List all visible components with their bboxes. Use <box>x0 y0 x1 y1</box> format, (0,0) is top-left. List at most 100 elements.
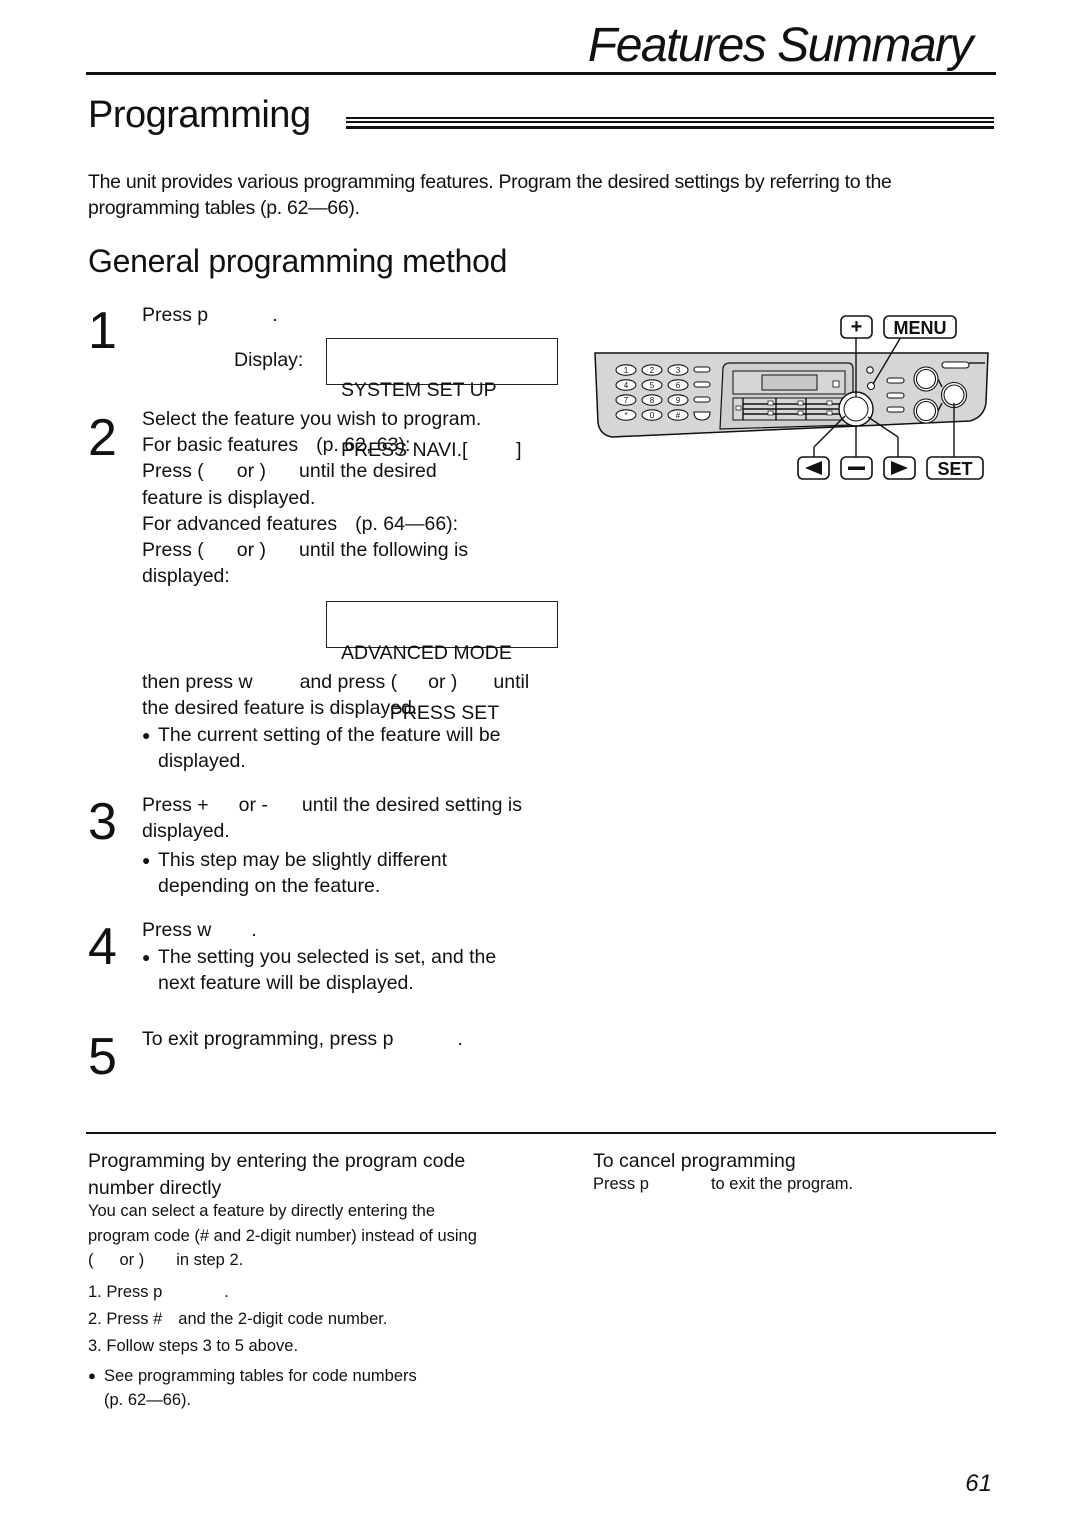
tip-steps-list: 1. Press p. 2. Press # and the 2-digit co… <box>88 1279 558 1360</box>
subsection-title: General programming method <box>88 243 508 279</box>
tip-title: To cancel programming <box>593 1150 796 1172</box>
tip-cancel: To cancel programming Press p to exit the… <box>593 1148 993 1197</box>
text: depending on the feature. <box>158 875 381 898</box>
step-1-text: Press p. <box>142 302 278 328</box>
svg-text:+: + <box>851 316 863 338</box>
step-number: 1 <box>88 302 117 360</box>
function-button <box>693 366 711 373</box>
chapter-title: Features Summary <box>587 19 974 72</box>
list-number: 1. <box>88 1282 102 1301</box>
bullet-item: The setting you selected is set, and the… <box>142 944 497 996</box>
page-ref: (p. 62—66). <box>104 1391 192 1409</box>
keypad-key-label: 9 <box>676 396 681 405</box>
page-ref: (p. 62, 63): <box>316 434 411 457</box>
text: Press + <box>142 794 209 816</box>
keypad-key-label: 1 <box>624 366 629 375</box>
text: Press w <box>142 919 212 941</box>
function-button <box>886 406 905 413</box>
header-rule <box>86 72 996 75</box>
page-number: 61 <box>965 1470 992 1497</box>
text: then press w <box>142 671 253 693</box>
text: displayed. <box>142 820 230 843</box>
step-number: 2 <box>88 409 117 467</box>
text: displayed: <box>142 565 230 588</box>
keypad-key-label: 2 <box>650 366 655 375</box>
keypad-key-label: 4 <box>624 381 629 390</box>
tips-divider <box>86 1132 996 1134</box>
text: or ) <box>428 671 458 693</box>
bullet-item: This step may be slightly different depe… <box>142 847 448 899</box>
keypad-key-label: 5 <box>650 381 655 390</box>
intro-paragraph: The unit provides various programming fe… <box>88 169 988 221</box>
text: program code (# and 2-digit number) inst… <box>88 1226 477 1245</box>
lcd-display-advanced-mode: ADVANCED MODE PRESS SET <box>326 601 558 723</box>
indicator-light <box>866 366 874 374</box>
step-3-text: Press + or - until the desired setting is … <box>142 792 522 844</box>
function-button <box>693 396 711 403</box>
text: Press ( <box>142 460 204 483</box>
keypad-key: * <box>615 409 637 421</box>
text: Press p <box>106 1282 163 1301</box>
text: Press p <box>142 304 209 326</box>
intro-line: programming tables (p. 62—66). <box>88 197 360 219</box>
step-number: 4 <box>88 918 117 976</box>
set-key-callout: SET <box>926 456 984 480</box>
tip-body: Press p to exit the program. <box>593 1172 993 1197</box>
text: or ) <box>236 460 267 483</box>
text: The setting you selected is set, and the <box>158 946 497 968</box>
text: or ) <box>119 1251 145 1269</box>
step-4-text: Press w. <box>142 917 257 943</box>
keypad-key: 3 <box>667 364 689 376</box>
text: . <box>251 919 257 941</box>
bullet-item: ● See programming tables for code number… <box>88 1364 558 1413</box>
keypad-key: 9 <box>667 394 689 406</box>
slider-button <box>941 361 970 369</box>
keypad-key: 1 <box>615 364 637 376</box>
text: displayed. <box>158 750 246 773</box>
keypad-key: 6 <box>667 379 689 391</box>
svg-text:SET: SET <box>937 459 972 479</box>
text: For basic features <box>142 434 299 457</box>
fax-control-panel-illustration: .ln { stroke:#111; stroke-width:1.4; fil… <box>594 315 989 480</box>
section-title: Programming <box>88 94 311 136</box>
text: The current setting of the feature will … <box>158 724 501 746</box>
step-number: 3 <box>88 793 117 851</box>
text: This step may be slightly different <box>158 849 448 871</box>
text: and the 2-digit code number. <box>178 1309 388 1328</box>
right-key-callout <box>883 456 916 480</box>
text: next feature will be displayed. <box>158 972 414 995</box>
lcd-line: SYSTEM SET UP <box>341 379 497 401</box>
text: in step 2. <box>176 1251 244 1269</box>
step-5-text: To exit programming, press p. <box>142 1026 463 1052</box>
page-ref: (p. 64—66): <box>355 512 459 535</box>
text: To exit programming, press p <box>142 1028 394 1050</box>
text: ( <box>88 1251 94 1269</box>
text: . <box>457 1028 463 1050</box>
keypad-key: 7 <box>615 394 637 406</box>
keypad-key-label: 7 <box>624 396 629 405</box>
text: to exit the program. <box>710 1175 854 1193</box>
list-item: 2. Press # and the 2-digit code number. <box>88 1306 558 1333</box>
keypad-key: 0 <box>641 409 663 421</box>
function-button <box>886 392 905 399</box>
text: Programming by entering the program code <box>88 1150 466 1172</box>
text: until the desired <box>299 460 437 483</box>
tip-title: Programming by entering the program code… <box>88 1148 558 1202</box>
list-number: 2. <box>88 1309 102 1328</box>
bullet-item: The current setting of the feature will … <box>142 722 501 774</box>
keypad-key: 4 <box>615 379 637 391</box>
function-button <box>693 381 711 388</box>
lcd-screen <box>761 374 818 391</box>
text: Press p <box>593 1175 649 1193</box>
text: You can select a feature by directly ent… <box>88 1202 436 1220</box>
list-number: 3. <box>88 1336 102 1355</box>
function-button <box>693 411 711 421</box>
left-key-callout <box>797 456 830 480</box>
text: until <box>493 671 530 693</box>
list-item: 1. Press p. <box>88 1279 558 1306</box>
keypad-key-label: 0 <box>650 411 655 420</box>
display-label: Display: <box>234 349 304 371</box>
function-button <box>886 377 905 384</box>
keypad-key-label: # <box>676 411 681 420</box>
lcd-display-system-setup: SYSTEM SET UP PRESS NAVI.[ ] <box>326 338 558 460</box>
